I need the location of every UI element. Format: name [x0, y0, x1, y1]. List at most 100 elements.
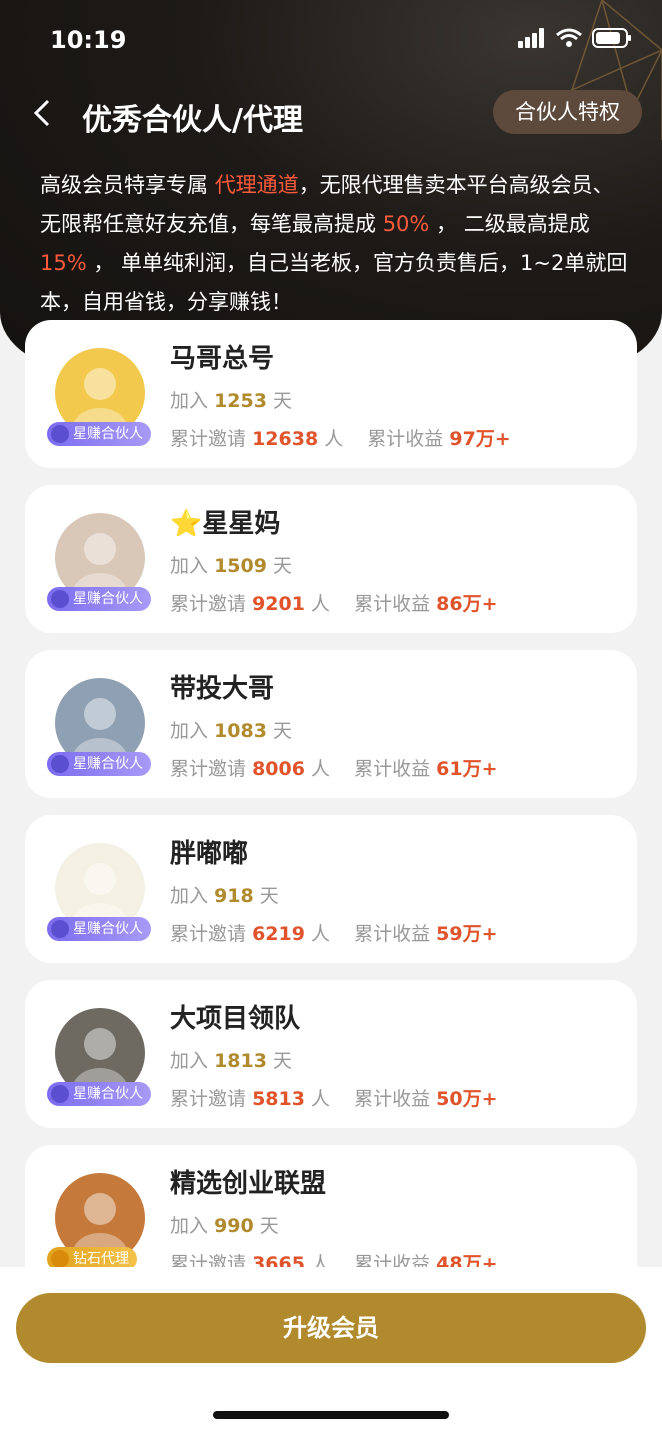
bottom-bar: 升级会员 — [0, 1267, 662, 1433]
join-days-value: 1813 — [214, 1050, 267, 1072]
join-days-value: 1083 — [214, 720, 267, 742]
intro-part: ， 单单纯利润，自己当老板，官方负责售后，1~2单就回本，自用省钱，分享赚钱！ — [40, 251, 628, 314]
invite-unit: 人 — [324, 428, 344, 450]
nav-bar: 优秀合伙人/代理 合伙人特权 — [0, 85, 662, 141]
join-label: 加入 — [170, 1050, 209, 1072]
invite-unit: 人 — [311, 593, 331, 615]
signal-icon — [518, 28, 544, 48]
partner-level-badge: 钻石代理 — [47, 1247, 137, 1267]
status-bar: 10:19 — [0, 22, 662, 62]
join-unit: 天 — [273, 720, 293, 742]
partner-list[interactable]: 星赚合伙人 马哥总号 加入 1253 天 累计邀请 12638 人 累计收益 9… — [25, 320, 637, 1267]
join-days-line: 加入 1083 天 — [170, 716, 292, 743]
invite-unit: 人 — [311, 758, 331, 780]
join-label: 加入 — [170, 720, 209, 742]
partner-level-badge: 星赚合伙人 — [47, 1082, 151, 1106]
invite-label: 累计邀请 — [170, 593, 247, 615]
invite-label: 累计邀请 — [170, 1253, 247, 1267]
join-unit: 天 — [259, 885, 279, 907]
invite-count: 3665 — [252, 1253, 305, 1267]
badge-label: 星赚合伙人 — [73, 756, 143, 772]
earnings-value: 50万+ — [436, 1088, 498, 1110]
badge-label: 钻石代理 — [73, 1251, 129, 1267]
invite-count: 12638 — [252, 428, 319, 450]
badge-label: 星赚合伙人 — [73, 1086, 143, 1102]
partner-name: 马哥总号 — [170, 344, 275, 374]
join-days-value: 990 — [214, 1215, 254, 1237]
home-indicator[interactable] — [213, 1411, 449, 1419]
partner-name: 大项目领队 — [170, 1004, 301, 1034]
intro-highlight: 15% — [40, 251, 87, 275]
status-icons — [518, 28, 632, 48]
join-days-line: 加入 1813 天 — [170, 1046, 292, 1073]
join-days-line: 加入 990 天 — [170, 1211, 279, 1238]
join-unit: 天 — [273, 390, 293, 412]
crown-icon — [51, 920, 69, 938]
join-label: 加入 — [170, 390, 209, 412]
invite-count: 8006 — [252, 758, 305, 780]
join-days-line: 加入 1509 天 — [170, 551, 292, 578]
chevron-badge-icon — [51, 1250, 69, 1267]
stats-line: 累计邀请 12638 人 累计收益 97万+ — [170, 424, 511, 451]
invite-count: 5813 — [252, 1088, 305, 1110]
invite-count: 9201 — [252, 593, 305, 615]
join-days-value: 1509 — [214, 555, 267, 577]
join-unit: 天 — [273, 1050, 293, 1072]
join-days-line: 加入 918 天 — [170, 881, 279, 908]
stats-line: 累计邀请 6219 人 累计收益 59万+ — [170, 919, 498, 946]
stats-line: 累计邀请 5813 人 累计收益 50万+ — [170, 1084, 498, 1111]
invite-count: 6219 — [252, 923, 305, 945]
upgrade-member-button[interactable]: 升级会员 — [16, 1293, 646, 1363]
partner-level-badge: 星赚合伙人 — [47, 422, 151, 446]
partner-level-badge: 星赚合伙人 — [47, 917, 151, 941]
stats-line: 累计邀请 3665 人 累计收益 48万+ — [170, 1249, 498, 1267]
partner-card[interactable]: 星赚合伙人 胖嘟嘟 加入 918 天 累计邀请 6219 人 累计收益 59万+ — [25, 815, 637, 963]
invite-unit: 人 — [311, 923, 331, 945]
partner-level-badge: 星赚合伙人 — [47, 587, 151, 611]
earnings-value: 59万+ — [436, 923, 498, 945]
intro-highlight: 50% — [382, 212, 430, 236]
crown-icon — [51, 1085, 69, 1103]
invite-label: 累计邀请 — [170, 923, 247, 945]
join-days-value: 918 — [214, 885, 254, 907]
intro-highlight: 代理通道 — [214, 173, 299, 197]
invite-unit: 人 — [311, 1088, 331, 1110]
partner-card[interactable]: 星赚合伙人 大项目领队 加入 1813 天 累计邀请 5813 人 累计收益 5… — [25, 980, 637, 1128]
intro-part: ， 二级最高提成 — [429, 212, 590, 236]
earnings-label: 累计收益 — [354, 1253, 431, 1267]
partner-privileges-button[interactable]: 合伙人特权 — [493, 90, 642, 134]
crown-icon — [51, 425, 69, 443]
crown-icon — [51, 755, 69, 773]
page-title: 优秀合伙人/代理 — [82, 103, 303, 138]
intro-part: 高级会员特享专属 — [40, 173, 215, 197]
stats-line: 累计邀请 8006 人 累计收益 61万+ — [170, 754, 498, 781]
partner-name: 精选创业联盟 — [170, 1169, 327, 1199]
battery-icon — [592, 28, 631, 48]
partner-level-badge: 星赚合伙人 — [47, 752, 151, 776]
wifi-icon — [556, 28, 582, 47]
earnings-value: 97万+ — [449, 428, 511, 450]
partner-name: ⭐星星妈 — [170, 509, 281, 539]
join-label: 加入 — [170, 555, 209, 577]
earnings-label: 累计收益 — [354, 1088, 431, 1110]
join-days-value: 1253 — [214, 390, 267, 412]
badge-label: 星赚合伙人 — [73, 591, 143, 607]
partner-card[interactable]: 钻石代理 精选创业联盟 加入 990 天 累计邀请 3665 人 累计收益 48… — [25, 1145, 637, 1267]
join-unit: 天 — [259, 1215, 279, 1237]
invite-label: 累计邀请 — [170, 1088, 247, 1110]
badge-label: 星赚合伙人 — [73, 921, 143, 937]
invite-unit: 人 — [311, 1253, 331, 1267]
crown-icon — [51, 590, 69, 608]
stats-line: 累计邀请 9201 人 累计收益 86万+ — [170, 589, 498, 616]
join-label: 加入 — [170, 1215, 209, 1237]
earnings-value: 48万+ — [436, 1253, 498, 1267]
partner-card[interactable]: 星赚合伙人 带投大哥 加入 1083 天 累计邀请 8006 人 累计收益 61… — [25, 650, 637, 798]
partner-card[interactable]: 星赚合伙人 ⭐星星妈 加入 1509 天 累计邀请 9201 人 累计收益 86… — [25, 485, 637, 633]
status-time: 10:19 — [50, 26, 127, 54]
header-banner: 10:19 优秀合伙人/代理 合伙人特权 高级会员特享专属 代理通道，无限代理售… — [0, 0, 662, 372]
partner-card[interactable]: 星赚合伙人 马哥总号 加入 1253 天 累计邀请 12638 人 累计收益 9… — [25, 320, 637, 468]
join-label: 加入 — [170, 885, 209, 907]
badge-label: 星赚合伙人 — [73, 426, 143, 442]
join-days-line: 加入 1253 天 — [170, 386, 292, 413]
back-arrow-icon[interactable] — [24, 91, 64, 135]
